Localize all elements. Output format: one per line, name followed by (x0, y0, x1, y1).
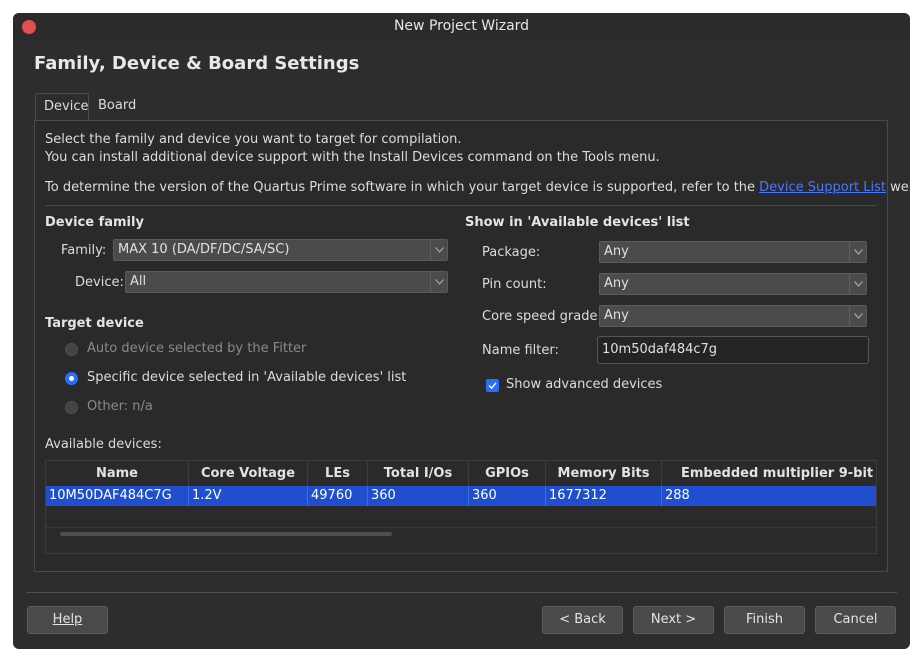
speed-grade-label: Core speed grade: (482, 309, 602, 324)
table-header: Name Core Voltage LEs Total I/Os GPIOs M… (46, 461, 876, 486)
intro-line-1: Select the family and device you want to… (45, 132, 462, 147)
filters-heading: Show in 'Available devices' list (465, 215, 690, 230)
tab-device[interactable]: Device (35, 93, 89, 120)
device-panel: Select the family and device you want to… (34, 120, 910, 572)
checkmark-icon (488, 382, 497, 389)
pin-count-label: Pin count: (482, 277, 547, 292)
intro-line-3-prefix: To determine the version of the Quartus … (45, 180, 756, 195)
intro-line-2: You can install additional device suppor… (45, 150, 660, 165)
family-label: Family: (61, 243, 107, 258)
scrollbar-thumb[interactable] (60, 532, 392, 536)
chevron-down-icon (849, 306, 866, 326)
device-combo[interactable]: All (125, 271, 448, 293)
cell-gpios: 360 (469, 486, 546, 506)
package-label: Package: (482, 245, 541, 260)
cancel-button[interactable]: Cancel (815, 606, 896, 634)
page-title: Family, Device & Board Settings (34, 53, 360, 74)
horizontal-scrollbar[interactable] (46, 527, 876, 540)
family-combo[interactable]: MAX 10 (DA/DF/DC/SA/SC) (113, 239, 448, 261)
specific-device-label: Specific device selected in 'Available d… (87, 370, 407, 385)
window-title: New Project Wizard (393, 18, 530, 34)
device-family-heading: Device family (45, 215, 144, 230)
cell-embedded-multiplier: 288 (665, 488, 690, 503)
other-device-label: Other: n/a (87, 399, 153, 414)
next-button[interactable]: Next > (633, 606, 714, 634)
device-label: Device: (75, 275, 124, 290)
back-button[interactable]: < Back (542, 606, 623, 634)
column-header-core-voltage[interactable]: Core Voltage (189, 461, 308, 486)
available-devices-label: Available devices: (45, 437, 162, 452)
column-header-total-ios[interactable]: Total I/Os (368, 461, 469, 486)
device-support-list-link[interactable]: Device Support List (759, 180, 886, 195)
auto-device-label: Auto device selected by the Fitter (87, 341, 307, 356)
other-device-radio[interactable] (65, 401, 78, 414)
pin-count-value: Any (604, 276, 629, 291)
column-header-memory-bits[interactable]: Memory Bits (546, 461, 662, 486)
column-header-embedded-multiplier[interactable]: Embedded multiplier 9-bit elem (662, 461, 876, 486)
available-devices-table: Name Core Voltage LEs Total I/Os GPIOs M… (45, 460, 877, 554)
package-combo[interactable]: Any (599, 241, 867, 263)
package-value: Any (604, 244, 629, 259)
cell-les: 49760 (308, 486, 368, 506)
family-value: MAX 10 (DA/DF/DC/SA/SC) (118, 242, 290, 257)
table-row[interactable]: 10M50DAF484C7G 1.2V 49760 360 360 167731… (46, 486, 876, 506)
show-advanced-label[interactable]: Show advanced devices (506, 377, 662, 392)
chevron-down-icon (430, 272, 447, 292)
tab-board[interactable]: Board (90, 93, 142, 120)
intro-line-3: To determine the version of the Quartus … (45, 180, 910, 195)
finish-button[interactable]: Finish (724, 606, 805, 634)
specific-device-radio[interactable] (65, 372, 78, 385)
help-button-label: Help (52, 612, 83, 627)
wizard-window: New Project Wizard Family, Device & Boar… (13, 13, 910, 649)
help-button[interactable]: Help (27, 606, 108, 634)
footer-divider (26, 592, 897, 593)
chevron-down-icon (849, 242, 866, 262)
cell-name: 10M50DAF484C7G (46, 486, 189, 506)
show-advanced-checkbox[interactable] (486, 379, 499, 392)
speed-grade-combo[interactable]: Any (599, 305, 867, 327)
column-header-gpios[interactable]: GPIOs (469, 461, 546, 486)
cell-memory-bits: 1677312 (546, 486, 662, 506)
column-header-name[interactable]: Name (46, 461, 189, 486)
other-value: n/a (132, 399, 153, 414)
divider (45, 205, 877, 206)
target-device-heading: Target device (45, 316, 144, 331)
column-header-les[interactable]: LEs (308, 461, 368, 486)
name-filter-input[interactable]: 10m50daf484c7g (597, 336, 869, 364)
cell-core-voltage: 1.2V (189, 486, 308, 506)
name-filter-label: Name filter: (482, 343, 559, 358)
speed-grade-value: Any (604, 308, 629, 323)
chevron-down-icon (849, 274, 866, 294)
pin-count-combo[interactable]: Any (599, 273, 867, 295)
device-value: All (130, 274, 147, 289)
chevron-down-icon (430, 240, 447, 260)
auto-device-radio[interactable] (65, 343, 78, 356)
title-bar: New Project Wizard (13, 13, 910, 41)
cell-total-ios: 360 (368, 486, 469, 506)
intro-line-3-suffix: webpage. (890, 180, 910, 195)
other-label: Other: (87, 399, 129, 414)
